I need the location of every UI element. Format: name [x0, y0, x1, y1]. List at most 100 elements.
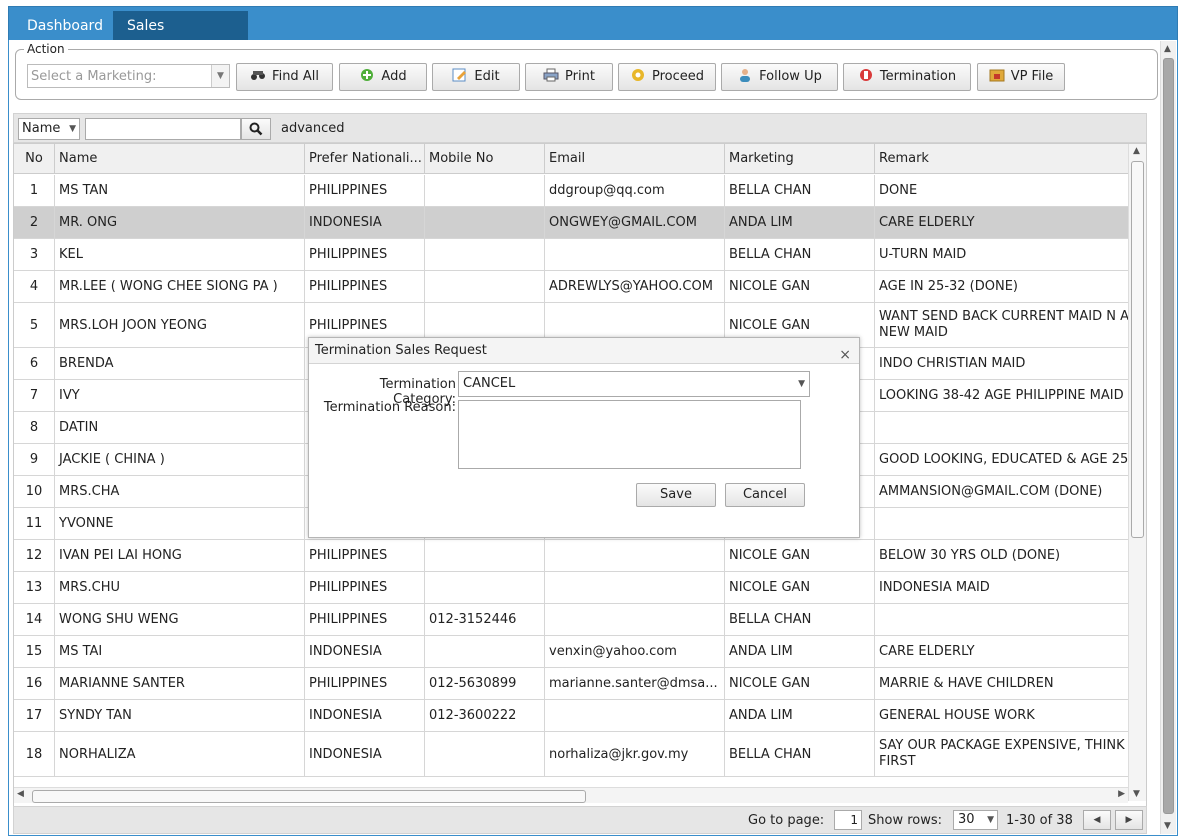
- header-col-email[interactable]: Email: [545, 144, 725, 174]
- col-name-cell: IVY: [55, 380, 305, 411]
- rows-per-page-select[interactable]: 30 ▼: [953, 810, 998, 830]
- col-email-cell: ONGWEY@GMAIL.COM: [545, 207, 725, 238]
- header-col-prefer-nationality[interactable]: Prefer Nationali...: [305, 144, 425, 174]
- col-mobile-no-cell: [425, 732, 545, 776]
- pager: Go to page: 1 Show rows: 30 ▼ 1-30 of 38 …: [13, 806, 1147, 834]
- col-name-cell: NORHALIZA: [55, 732, 305, 776]
- proceed-button[interactable]: Proceed: [618, 63, 716, 91]
- follow-up-button[interactable]: Follow Up: [721, 63, 838, 91]
- go-to-page-label: Go to page:: [748, 813, 825, 828]
- header-col-remark[interactable]: Remark: [875, 144, 1135, 174]
- col-name-cell: MS TAN: [55, 175, 305, 206]
- col-remark-cell: MARRIE & HAVE CHILDREN: [875, 668, 1135, 699]
- col-remark-cell: INDONESIA MAID: [875, 572, 1135, 603]
- chevron-down-icon: ▼: [987, 815, 994, 825]
- edit-label: Edit: [474, 69, 500, 84]
- col-email-cell: ddgroup@qq.com: [545, 175, 725, 206]
- tab-dashboard-label: Dashboard: [27, 18, 103, 34]
- grid-horizontal-scrollbar[interactable]: ◀ ▶: [14, 787, 1128, 803]
- col-email-cell: [545, 572, 725, 603]
- grid-vscroll-thumb[interactable]: [1131, 161, 1144, 538]
- col-remark-cell: WANT SEND BACK CURRENT MAID N A NEW MAID: [875, 303, 1135, 347]
- col-mobile-no-cell: [425, 239, 545, 270]
- col-prefer-nationality-cell: PHILIPPINES: [305, 175, 425, 206]
- scroll-up-icon[interactable]: ▲: [1164, 44, 1171, 54]
- add-button[interactable]: Add: [339, 63, 427, 91]
- termination-button[interactable]: Termination: [843, 63, 971, 91]
- grid-hscroll-thumb[interactable]: [32, 790, 586, 803]
- chevron-down-icon: ▼: [69, 124, 76, 134]
- col-remark-cell: [875, 412, 1135, 443]
- next-page-button[interactable]: ▶: [1115, 810, 1143, 830]
- col-mobile-no-cell: 012-3600222: [425, 700, 545, 731]
- col-marketing-cell: ANDA LIM: [725, 207, 875, 238]
- grid-vertical-scrollbar[interactable]: ▲ ▼: [1128, 144, 1146, 801]
- cancel-button[interactable]: Cancel: [725, 483, 805, 507]
- printer-icon: [543, 66, 559, 82]
- marketing-select[interactable]: Select a Marketing: ▼: [27, 64, 230, 88]
- find-all-button[interactable]: Find All: [236, 63, 333, 91]
- col-email-cell: norhaliza@jkr.gov.my: [545, 732, 725, 776]
- search-button[interactable]: [241, 118, 271, 140]
- tab-dashboard[interactable]: Dashboard: [13, 11, 117, 41]
- header-col-name[interactable]: Name: [55, 144, 305, 174]
- col-no-cell: 9: [14, 444, 55, 475]
- col-no-cell: 2: [14, 207, 55, 238]
- vp-file-button[interactable]: VP File: [977, 63, 1065, 91]
- header-col-marketing[interactable]: Marketing: [725, 144, 875, 174]
- col-marketing-cell: NICOLE GAN: [725, 540, 875, 571]
- col-no-cell: 16: [14, 668, 55, 699]
- table-row[interactable]: 17 SYNDY TAN INDONESIA 012-3600222 ANDA LIM G…: [14, 700, 1135, 732]
- col-marketing-cell: ANDA LIM: [725, 636, 875, 667]
- rows-per-page-value: 30: [958, 812, 975, 827]
- search-icon: [249, 122, 263, 136]
- header-col-no[interactable]: No: [14, 144, 55, 174]
- table-row[interactable]: 3 KEL PHILIPPINES BELLA CHAN U-TURN MAID: [14, 239, 1135, 271]
- table-row[interactable]: 4 MR.LEE ( WONG CHEE SIONG PA ) PHILIPPINE…: [14, 271, 1135, 303]
- save-button[interactable]: Save: [636, 483, 716, 507]
- page-vertical-scrollbar[interactable]: ▲ ▼: [1160, 41, 1176, 834]
- search-field-select[interactable]: Name ▼: [18, 118, 80, 140]
- table-row[interactable]: 16 MARIANNE SANTER PHILIPPINES 012-5630899 m…: [14, 668, 1135, 700]
- col-no-cell: 8: [14, 412, 55, 443]
- col-no-cell: 1: [14, 175, 55, 206]
- page-range: 1-30 of 38: [1006, 813, 1073, 828]
- prev-page-button[interactable]: ◀: [1083, 810, 1111, 830]
- table-row[interactable]: 13 MRS.CHU PHILIPPINES NICOLE GAN INDONESIA …: [14, 572, 1135, 604]
- print-button[interactable]: Print: [525, 63, 613, 91]
- table-row[interactable]: 2 MR. ONG INDONESIA ONGWEY@GMAIL.COM ANDA LI…: [14, 207, 1135, 239]
- scroll-left-icon[interactable]: ◀: [17, 789, 24, 799]
- col-no-cell: 11: [14, 508, 55, 539]
- scroll-down-icon[interactable]: ▼: [1133, 789, 1140, 799]
- table-row[interactable]: 14 WONG SHU WENG PHILIPPINES 012-3152446 BEL…: [14, 604, 1135, 636]
- col-marketing-cell: NICOLE GAN: [725, 572, 875, 603]
- scroll-right-icon[interactable]: ▶: [1118, 789, 1125, 799]
- scroll-down-icon[interactable]: ▼: [1164, 821, 1171, 831]
- page-vscroll-thumb[interactable]: [1163, 58, 1174, 814]
- proceed-label: Proceed: [651, 69, 705, 84]
- page-input[interactable]: 1: [834, 810, 862, 830]
- tab-sales-request[interactable]: Sales Request✕: [113, 11, 248, 64]
- col-name-cell: MRS.LOH JOON YEONG: [55, 303, 305, 347]
- advanced-search-link[interactable]: advanced: [281, 121, 345, 136]
- table-row[interactable]: 15 MS TAI INDONESIA venxin@yahoo.com ANDA LI…: [14, 636, 1135, 668]
- follow-up-label: Follow Up: [759, 69, 822, 84]
- edit-button[interactable]: Edit: [432, 63, 520, 91]
- col-name-cell: MS TAI: [55, 636, 305, 667]
- close-icon[interactable]: ×: [839, 342, 851, 368]
- chevron-down-icon[interactable]: ▼: [211, 65, 229, 87]
- table-row[interactable]: 1 MS TAN PHILIPPINES ddgroup@qq.com BELLA CH…: [14, 175, 1135, 207]
- col-mobile-no-cell: 012-5630899: [425, 668, 545, 699]
- scroll-up-icon[interactable]: ▲: [1133, 146, 1140, 156]
- table-row[interactable]: 18 NORHALIZA INDONESIA norhaliza@jkr.gov.my…: [14, 732, 1135, 777]
- table-row[interactable]: 12 IVAN PEI LAI HONG PHILIPPINES NICOLE GAN…: [14, 540, 1135, 572]
- chevron-down-icon: ▼: [798, 379, 805, 389]
- termination-icon: [858, 66, 874, 81]
- col-no-cell: 3: [14, 239, 55, 270]
- search-input[interactable]: [85, 118, 241, 140]
- header-col-mobile-no[interactable]: Mobile No: [425, 144, 545, 174]
- termination-reason-textarea[interactable]: [458, 400, 801, 469]
- col-remark-cell: DONE: [875, 175, 1135, 206]
- termination-category-select[interactable]: CANCEL ▼: [458, 371, 810, 397]
- col-prefer-nationality-cell: INDONESIA: [305, 207, 425, 238]
